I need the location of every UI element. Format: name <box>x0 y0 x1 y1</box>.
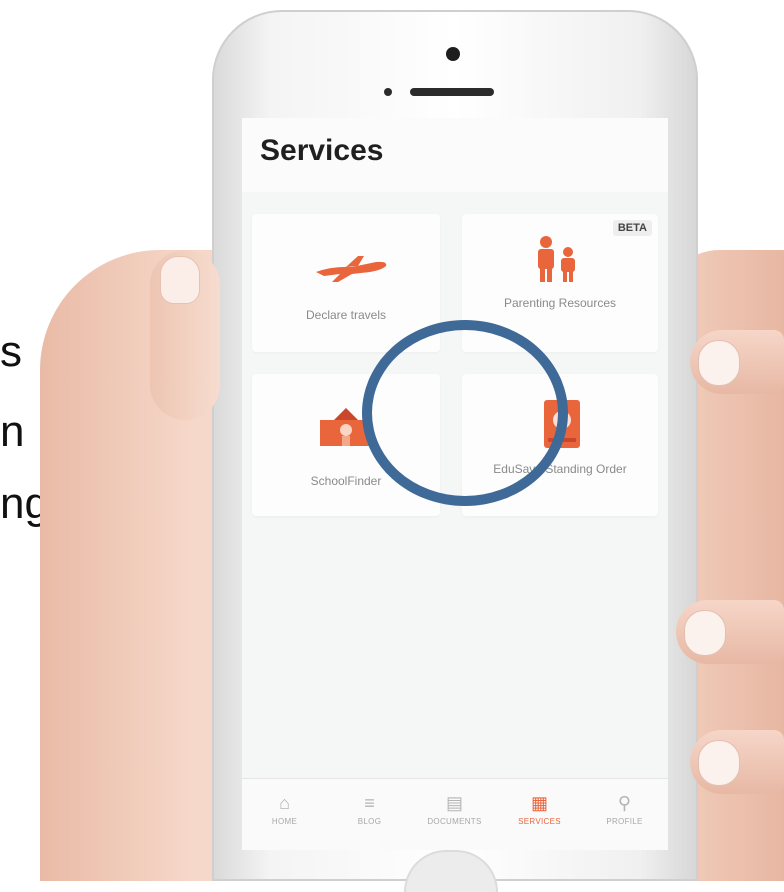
tab-label: HOME <box>271 817 298 826</box>
beta-badge: BETA <box>612 220 652 236</box>
tile-label: Declare travels <box>305 308 387 322</box>
tab-home[interactable]: ⌂ HOME <box>242 785 327 845</box>
bottom-tab-bar: ⌂ HOME ≡ BLOG ▤ DOCUMENTS ▦ SERVICES ⚲ P… <box>242 778 668 850</box>
earpiece-speaker <box>410 88 494 96</box>
tab-label: DOCUMENTS <box>427 817 482 826</box>
finger-middle <box>676 600 784 664</box>
home-icon: ⌂ <box>279 793 290 813</box>
side-text-line-1: s <box>0 327 22 376</box>
tab-documents[interactable]: ▤ DOCUMENTS <box>412 785 497 845</box>
grid-icon: ▦ <box>530 793 548 813</box>
screen-header: Services <box>242 118 668 192</box>
family-icon <box>538 236 575 282</box>
fingernail <box>698 340 740 386</box>
sensor-dot <box>384 88 392 96</box>
tab-label: SERVICES <box>518 817 561 826</box>
finger-ring <box>690 730 784 794</box>
finger-index <box>690 330 784 394</box>
fingernail <box>684 610 726 656</box>
highlight-circle <box>362 320 568 506</box>
tab-services[interactable]: ▦ SERVICES <box>497 785 582 845</box>
tile-label: Parenting Resources <box>503 296 617 310</box>
profile-icon: ⚲ <box>617 793 632 813</box>
tab-profile[interactable]: ⚲ PROFILE <box>582 785 667 845</box>
airplane-icon <box>316 256 387 282</box>
tile-declare-travels[interactable]: Declare travels <box>252 214 440 352</box>
blog-icon: ≡ <box>364 793 375 813</box>
tab-label: PROFILE <box>606 817 643 826</box>
side-text-line-2: n <box>0 407 25 456</box>
thumb-nail <box>160 256 200 304</box>
tab-label: BLOG <box>357 817 382 826</box>
page-title: Services <box>260 134 384 167</box>
documents-icon: ▤ <box>445 793 463 813</box>
front-camera <box>446 47 460 61</box>
fingernail <box>698 740 740 786</box>
tab-blog[interactable]: ≡ BLOG <box>327 785 412 845</box>
